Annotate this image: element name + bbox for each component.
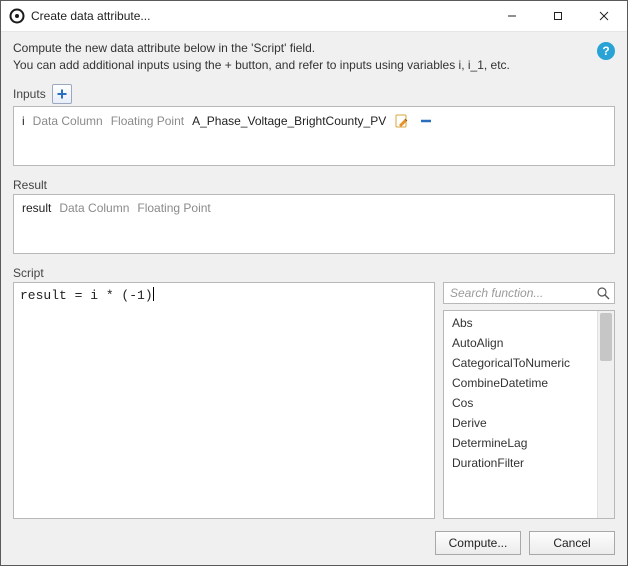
description-row: Compute the new data attribute below in … bbox=[13, 40, 615, 74]
script-editor[interactable]: result = i * (-1) bbox=[13, 282, 435, 519]
function-item[interactable]: Abs bbox=[444, 313, 598, 333]
input-dtype: Floating Point bbox=[111, 114, 184, 128]
function-item[interactable]: Cos bbox=[444, 393, 598, 413]
result-panel: result Data Column Floating Point bbox=[13, 194, 615, 254]
caret bbox=[153, 287, 154, 301]
minimize-button[interactable] bbox=[489, 1, 535, 31]
result-kind: Data Column bbox=[59, 201, 129, 215]
scrollbar-thumb[interactable] bbox=[600, 313, 612, 361]
function-list: Abs AutoAlign CategoricalToNumeric Combi… bbox=[443, 310, 615, 519]
function-list-inner: Abs AutoAlign CategoricalToNumeric Combi… bbox=[444, 311, 598, 518]
input-kind: Data Column bbox=[33, 114, 103, 128]
titlebar: Create data attribute... bbox=[1, 1, 627, 32]
remove-input-button[interactable] bbox=[418, 113, 434, 129]
close-button[interactable] bbox=[581, 1, 627, 31]
result-dtype: Floating Point bbox=[137, 201, 210, 215]
search-icon[interactable] bbox=[595, 285, 611, 301]
script-label: Script bbox=[13, 266, 44, 280]
add-input-button[interactable] bbox=[52, 84, 72, 104]
function-item[interactable]: CategoricalToNumeric bbox=[444, 353, 598, 373]
function-item[interactable]: DurationFilter bbox=[444, 453, 598, 473]
inputs-panel: i Data Column Floating Point A_Phase_Vol… bbox=[13, 106, 615, 166]
cancel-button[interactable]: Cancel bbox=[529, 531, 615, 555]
edit-input-button[interactable] bbox=[394, 113, 410, 129]
window-title: Create data attribute... bbox=[31, 9, 489, 23]
result-header: Result bbox=[13, 178, 615, 192]
input-row: i Data Column Floating Point A_Phase_Vol… bbox=[22, 113, 606, 129]
description-line2: You can add additional inputs using the … bbox=[13, 58, 510, 72]
function-item[interactable]: CombineDatetime bbox=[444, 373, 598, 393]
function-item[interactable]: AutoAlign bbox=[444, 333, 598, 353]
function-item[interactable]: DetermineLag bbox=[444, 433, 598, 453]
dialog-footer: Compute... Cancel bbox=[1, 523, 627, 565]
result-row: result Data Column Floating Point bbox=[22, 201, 606, 215]
function-item[interactable]: Derive bbox=[444, 413, 598, 433]
compute-button[interactable]: Compute... bbox=[435, 531, 521, 555]
search-wrap bbox=[443, 282, 615, 304]
script-area: result = i * (-1) Abs AutoAlign bbox=[13, 282, 615, 519]
inputs-label: Inputs bbox=[13, 87, 46, 101]
result-label: Result bbox=[13, 178, 47, 192]
maximize-button[interactable] bbox=[535, 1, 581, 31]
inputs-header: Inputs bbox=[13, 84, 615, 104]
function-panel: Abs AutoAlign CategoricalToNumeric Combi… bbox=[443, 282, 615, 519]
description-line1: Compute the new data attribute below in … bbox=[13, 41, 315, 55]
input-name: A_Phase_Voltage_BrightCounty_PV bbox=[192, 114, 386, 128]
app-icon bbox=[9, 8, 25, 24]
input-var: i bbox=[22, 114, 25, 128]
script-text: result = i * (-1) bbox=[20, 288, 153, 303]
help-icon[interactable]: ? bbox=[597, 42, 615, 60]
dialog-content: Compute the new data attribute below in … bbox=[1, 32, 627, 523]
script-header: Script bbox=[13, 266, 615, 280]
description-text: Compute the new data attribute below in … bbox=[13, 40, 591, 74]
result-var: result bbox=[22, 201, 51, 215]
scrollbar[interactable] bbox=[597, 311, 614, 518]
search-input[interactable] bbox=[443, 282, 615, 304]
dialog-window: Create data attribute... Compute the new… bbox=[0, 0, 628, 566]
